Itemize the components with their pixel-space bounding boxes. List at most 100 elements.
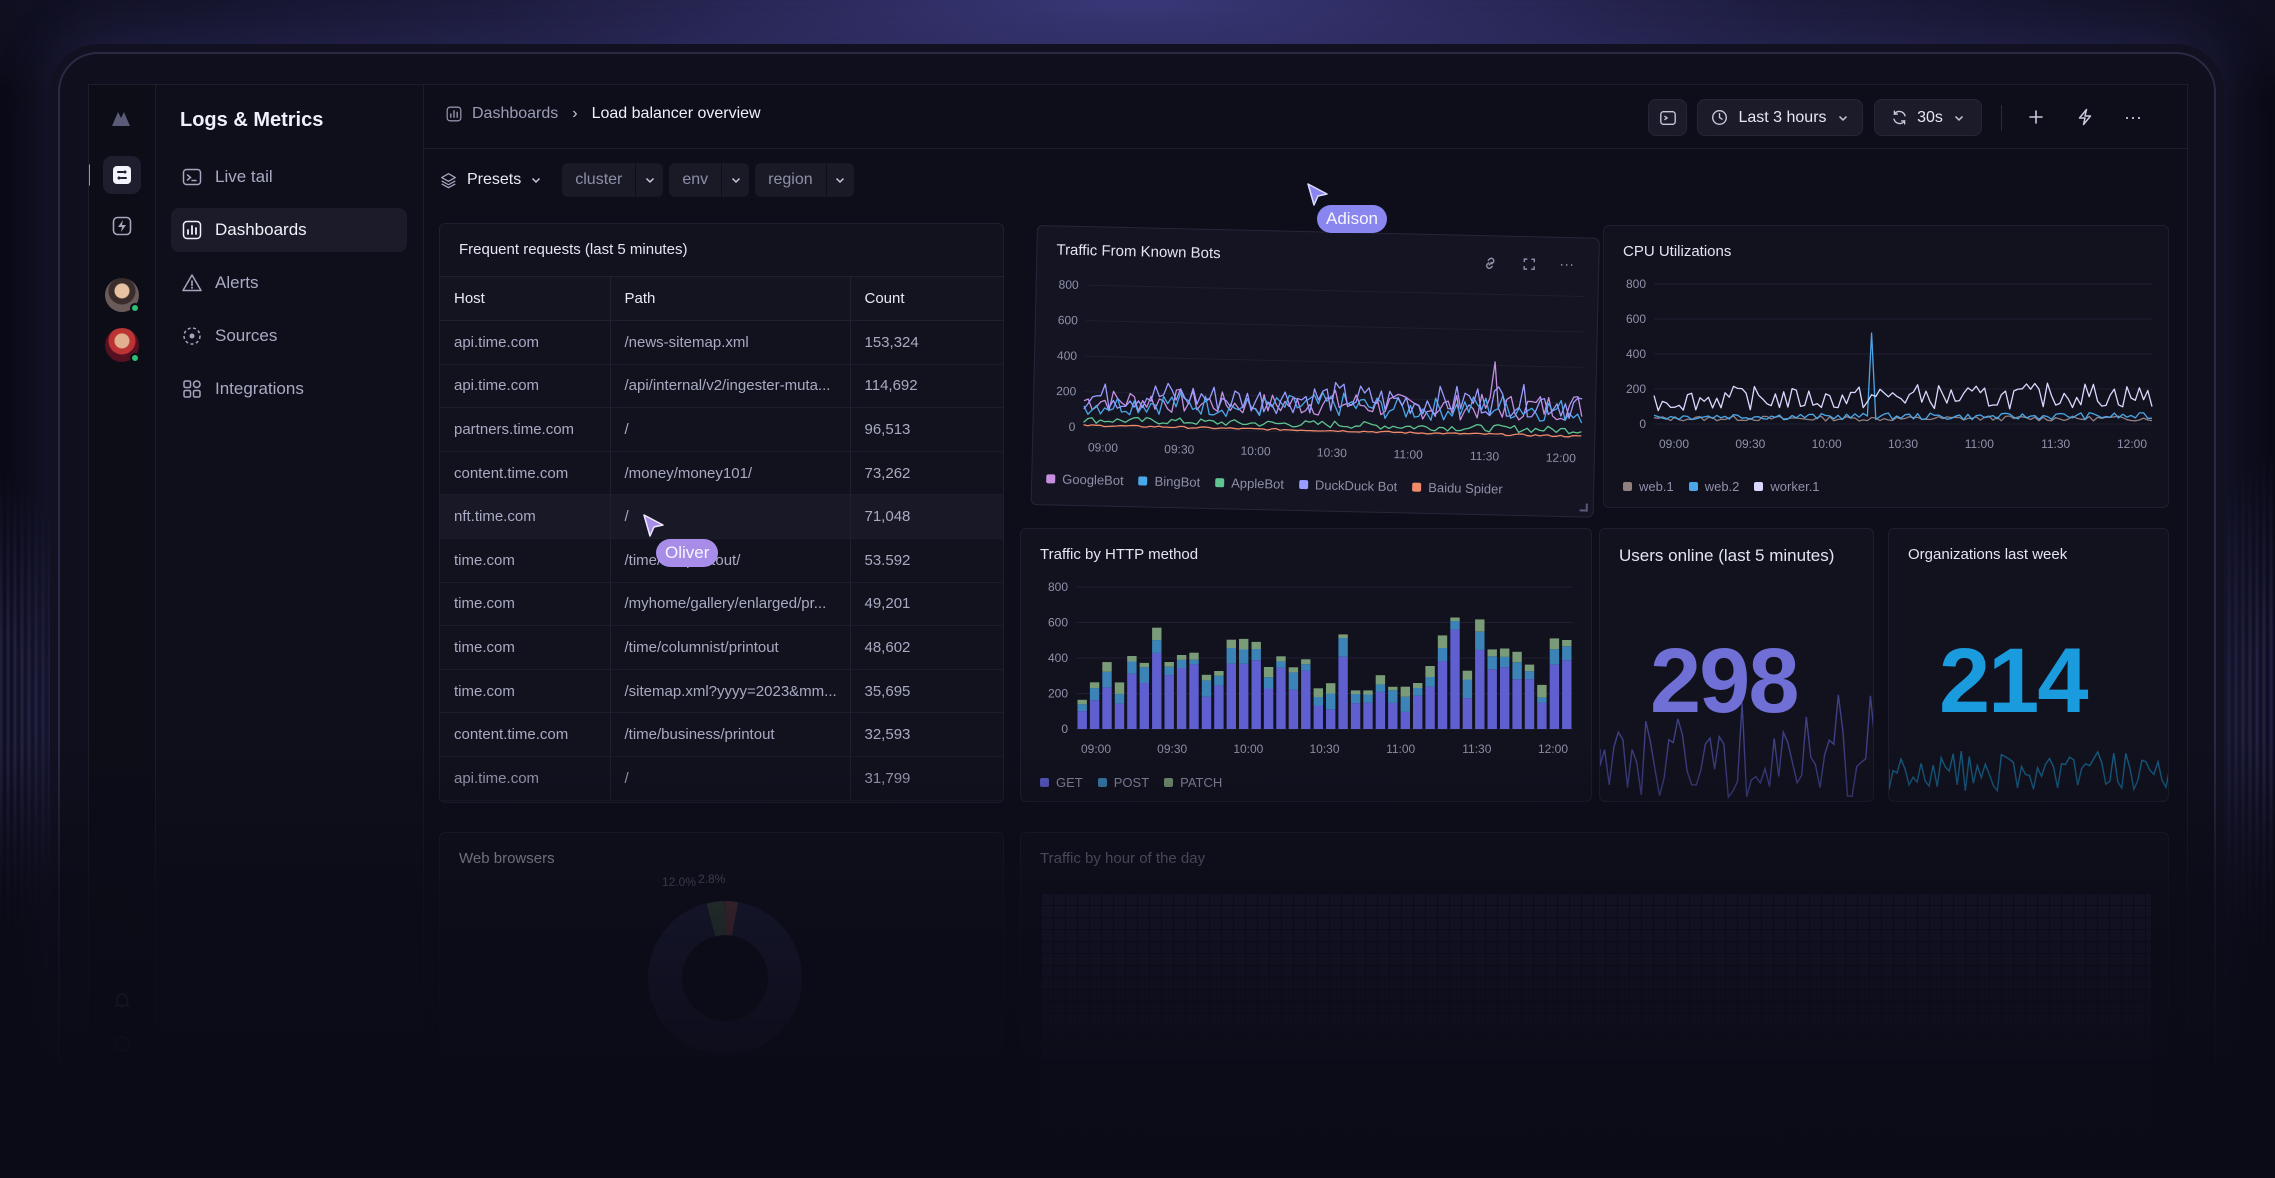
bar-post[interactable] — [1463, 680, 1472, 699]
table-row[interactable]: time.com/time/...e/printout/53.592 — [440, 538, 1003, 582]
bar-get[interactable] — [1525, 679, 1534, 729]
refresh-interval-select[interactable]: 30s — [1874, 99, 1982, 136]
bar-get[interactable] — [1363, 703, 1372, 729]
bar-get[interactable] — [1102, 687, 1111, 729]
filter-cluster[interactable]: cluster — [562, 163, 663, 197]
bar-post[interactable] — [1550, 649, 1559, 664]
bar-patch[interactable] — [1252, 642, 1261, 649]
bar-post[interactable] — [1227, 648, 1236, 664]
table-row[interactable]: api.time.com/31,799 — [440, 756, 1003, 800]
bar-patch[interactable] — [1090, 682, 1099, 688]
bar-get[interactable] — [1450, 630, 1459, 729]
bar-patch[interactable] — [1189, 653, 1198, 660]
bar-patch[interactable] — [1177, 655, 1186, 660]
bar-get[interactable] — [1227, 664, 1236, 729]
bar-patch[interactable] — [1500, 649, 1509, 657]
chevron-down-icon[interactable] — [826, 163, 854, 197]
bar-get[interactable] — [1090, 700, 1099, 729]
add-button[interactable] — [2021, 102, 2051, 132]
bar-post[interactable] — [1165, 667, 1174, 675]
bar-get[interactable] — [1314, 706, 1323, 730]
bar-post[interactable] — [1189, 660, 1198, 665]
bar-post[interactable] — [1140, 667, 1149, 683]
logo-icon[interactable] — [103, 99, 141, 137]
bar-patch[interactable] — [1388, 687, 1397, 691]
bar-post[interactable] — [1475, 632, 1484, 650]
bar-get[interactable] — [1463, 698, 1472, 729]
bar-patch[interactable] — [1363, 690, 1372, 694]
table-row[interactable]: time.com/myhome/gallery/enlarged/pr...49… — [440, 582, 1003, 626]
bar-patch[interactable] — [1165, 662, 1174, 667]
bar-post[interactable] — [1351, 694, 1360, 703]
bar-get[interactable] — [1550, 665, 1559, 730]
bar-post[interactable] — [1562, 646, 1571, 660]
lightning-icon[interactable] — [103, 207, 141, 245]
bar-get[interactable] — [1252, 660, 1261, 729]
column-header[interactable]: Path — [610, 277, 850, 321]
table-row[interactable]: partners.time.com/96,513 — [440, 408, 1003, 452]
bar-get[interactable] — [1127, 674, 1136, 729]
bar-post[interactable] — [1314, 697, 1323, 706]
bar-patch[interactable] — [1450, 618, 1459, 622]
bar-get[interactable] — [1376, 692, 1385, 729]
bar-post[interactable] — [1376, 684, 1385, 692]
bar-patch[interactable] — [1276, 656, 1285, 661]
bar-post[interactable] — [1202, 680, 1211, 696]
sidebar-item-alerts[interactable]: Alerts — [171, 261, 407, 305]
time-range-select[interactable]: Last 3 hours — [1697, 99, 1863, 136]
legend-item[interactable]: PATCH — [1164, 775, 1222, 790]
expand-icon[interactable] — [1521, 256, 1537, 277]
bar-get[interactable] — [1488, 669, 1497, 729]
bar-post[interactable] — [1425, 677, 1434, 687]
bar-get[interactable] — [1425, 687, 1434, 729]
bar-patch[interactable] — [1078, 700, 1087, 705]
bar-post[interactable] — [1078, 704, 1087, 711]
bar-get[interactable] — [1140, 683, 1149, 729]
bar-get[interactable] — [1152, 653, 1161, 729]
bar-get[interactable] — [1239, 664, 1248, 729]
resize-handle[interactable] — [1580, 503, 1588, 511]
bar-patch[interactable] — [1401, 687, 1410, 697]
bar-get[interactable] — [1165, 675, 1174, 729]
bar-patch[interactable] — [1102, 662, 1111, 672]
sidebar-item-live-tail[interactable]: Live tail — [171, 155, 407, 199]
bar-post[interactable] — [1177, 660, 1186, 668]
bar-get[interactable] — [1177, 668, 1186, 729]
bar-patch[interactable] — [1413, 683, 1422, 688]
table-row[interactable]: nft.time.com/71,048 — [440, 495, 1003, 539]
presets-button[interactable]: Presets — [440, 163, 542, 197]
chevron-down-icon[interactable] — [721, 163, 749, 197]
chevron-down-icon[interactable] — [635, 163, 663, 197]
breadcrumb-parent-link[interactable]: Dashboards — [472, 105, 558, 123]
bar-get[interactable] — [1276, 668, 1285, 729]
avatar[interactable] — [105, 328, 139, 362]
bar-patch[interactable] — [1289, 667, 1298, 672]
legend-item[interactable]: web.2 — [1689, 479, 1740, 494]
column-header[interactable]: Count — [850, 277, 1003, 321]
legend-item[interactable]: BingBot — [1138, 473, 1200, 489]
series-line-baidu-spider[interactable] — [1083, 424, 1581, 437]
sidebar-item-dashboards[interactable]: Dashboards — [171, 208, 407, 252]
bar-get[interactable] — [1388, 703, 1397, 729]
bar-post[interactable] — [1537, 697, 1546, 702]
bar-patch[interactable] — [1475, 619, 1484, 631]
bar-post[interactable] — [1214, 676, 1223, 686]
bar-patch[interactable] — [1537, 685, 1546, 698]
bar-get[interactable] — [1214, 685, 1223, 729]
bar-post[interactable] — [1388, 690, 1397, 703]
bar-get[interactable] — [1351, 703, 1360, 729]
filter-region[interactable]: region — [755, 163, 853, 197]
legend-item[interactable]: POST — [1098, 775, 1149, 790]
bar-get[interactable] — [1202, 697, 1211, 729]
bar-patch[interactable] — [1301, 659, 1310, 664]
bell-icon[interactable] — [103, 981, 141, 1019]
bar-patch[interactable] — [1438, 635, 1447, 648]
bar-get[interactable] — [1413, 696, 1422, 729]
table-row[interactable]: api.time.com/api/internal/v2/ingester-mu… — [440, 364, 1003, 408]
bar-post[interactable] — [1488, 656, 1497, 669]
bar-post[interactable] — [1363, 695, 1372, 703]
bar-get[interactable] — [1115, 704, 1124, 729]
bar-post[interactable] — [1152, 640, 1161, 653]
bar-post[interactable] — [1500, 657, 1509, 667]
bar-patch[interactable] — [1214, 671, 1223, 676]
